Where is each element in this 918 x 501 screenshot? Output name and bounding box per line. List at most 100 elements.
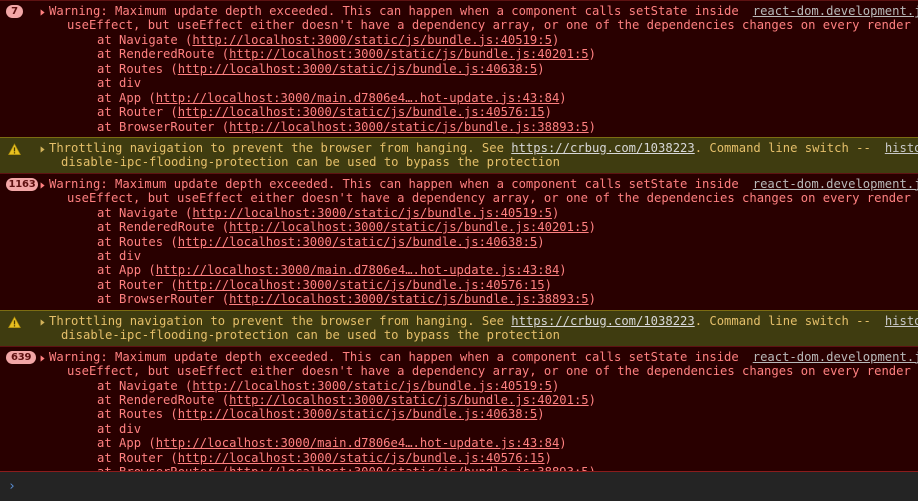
warning-icon-wrap <box>0 314 38 328</box>
stack-frame-open-paren: ( <box>214 119 230 134</box>
stack-frame-open-paren: ( <box>163 450 178 465</box>
stack-frame-at: at <box>97 378 120 393</box>
message-count-badge-wrap: 639 <box>0 350 38 364</box>
stack-frame: at div <box>49 76 912 90</box>
stack-frame-at: at <box>97 263 120 278</box>
message-count-badge[interactable]: 639 <box>6 350 37 364</box>
stack-frame-open-paren: ( <box>163 277 178 292</box>
stack-frame: at RenderedRoute (http://localhost:3000/… <box>49 220 912 234</box>
stack-frame-at: at <box>97 421 120 436</box>
expand-chevron-right-icon[interactable] <box>38 314 48 327</box>
stack-frame-url-link[interactable]: http://localhost:3000/main.d7806e4….hot-… <box>156 91 560 105</box>
crbug-link[interactable]: https://crbug.com/1038223 <box>511 141 694 155</box>
stack-frame-close-paren: ) <box>551 378 560 393</box>
stack-frame-function: div <box>119 421 142 436</box>
stack-frame-close-paren: ) <box>537 61 545 76</box>
stack-frame: at Routes (http://localhost:3000/static/… <box>49 235 912 249</box>
message-source-link[interactable]: history.ts:633 <box>885 141 918 155</box>
stack-frame-url-link[interactable]: http://localhost:3000/static/js/bundle.j… <box>192 33 552 47</box>
crbug-link[interactable]: https://crbug.com/1038223 <box>511 314 694 328</box>
message-headline-text: Throttling navigation to prevent the bro… <box>49 141 871 155</box>
message-headline-text: Throttling navigation to prevent the bro… <box>49 314 871 328</box>
stack-frame-url-link[interactable]: http://localhost:3000/static/js/bundle.j… <box>229 220 589 234</box>
stack-frame-open-paren: ( <box>163 61 178 76</box>
stack-frame: at div <box>49 422 912 436</box>
expand-chevron-right-icon[interactable] <box>38 141 48 154</box>
stack-frame-function: Navigate <box>119 32 178 47</box>
message-count-badge-wrap: 7 <box>0 4 38 18</box>
warning-icon-wrap <box>0 141 38 155</box>
console-error-message[interactable]: 1163 Warning: Maximum update depth exceed… <box>0 172 918 310</box>
console-warning-message[interactable]: Throttling navigation to prevent the bro… <box>0 309 918 346</box>
stack-frame-at: at <box>97 292 120 307</box>
message-body: Throttling navigation to prevent the bro… <box>49 314 918 343</box>
stack-frame-at: at <box>97 32 120 47</box>
stack-frame-at: at <box>97 234 120 249</box>
stack-frame: at Router (http://localhost:3000/static/… <box>49 451 912 465</box>
stack-frame-function: Routes <box>119 234 164 249</box>
stack-frame-url-link[interactable]: http://localhost:3000/static/js/bundle.j… <box>229 465 589 471</box>
message-source-link[interactable]: react-dom.development.js:86 <box>753 350 918 364</box>
stack-frame: at RenderedRoute (http://localhost:3000/… <box>49 47 912 61</box>
stack-frame-url-link[interactable]: http://localhost:3000/static/js/bundle.j… <box>229 47 589 61</box>
message-headline-text: Warning: Maximum update depth exceeded. … <box>49 176 739 191</box>
headline-text-part-1: Throttling navigation to prevent the bro… <box>49 140 512 155</box>
stack-frame-at: at <box>97 436 120 451</box>
stack-frame-url-link[interactable]: http://localhost:3000/main.d7806e4….hot-… <box>156 263 560 277</box>
stack-frame-url-link[interactable]: http://localhost:3000/main.d7806e4….hot-… <box>156 436 560 450</box>
stack-frame-open-paren: ( <box>214 392 230 407</box>
message-headline-continuation: disable-ipc-flooding-protection can be u… <box>61 328 560 343</box>
stack-frame-function: BrowserRouter <box>119 465 214 471</box>
console-warning-message[interactable]: Throttling navigation to prevent the bro… <box>0 136 918 173</box>
expand-chevron-right-icon[interactable] <box>38 4 48 17</box>
stack-frame-at: at <box>97 220 120 235</box>
stack-frame-url-link[interactable]: http://localhost:3000/static/js/bundle.j… <box>178 105 545 119</box>
stack-frame-open-paren: ( <box>214 292 230 307</box>
warning-triangle-icon <box>8 143 21 155</box>
stack-frame-url-link[interactable]: http://localhost:3000/static/js/bundle.j… <box>229 393 589 407</box>
stack-frame-function: Routes <box>119 407 164 422</box>
stack-frame-close-paren: ) <box>537 234 545 249</box>
console-error-message[interactable]: 7 Warning: Maximum update depth exceeded.… <box>0 0 918 137</box>
stack-frame-url-link[interactable]: http://localhost:3000/static/js/bundle.j… <box>229 292 589 306</box>
stack-frame: at App (http://localhost:3000/main.d7806… <box>49 91 912 105</box>
expand-chevron-right-icon[interactable] <box>38 177 48 190</box>
stack-frame: at Navigate (http://localhost:3000/stati… <box>49 206 912 220</box>
message-headline-continuation: useEffect, but useEffect either doesn't … <box>67 364 912 379</box>
message-source-link[interactable]: history.ts:633 <box>885 314 918 328</box>
stack-frame-function: Router <box>119 277 164 292</box>
stack-frame-close-paren: ) <box>588 47 596 62</box>
stack-frame: at BrowserRouter (http://localhost:3000/… <box>49 465 912 471</box>
stack-frame: at div <box>49 249 912 263</box>
stack-frame-url-link[interactable]: http://localhost:3000/static/js/bundle.j… <box>178 451 545 465</box>
stack-frame-function: RenderedRoute <box>119 47 215 62</box>
message-source-link[interactable]: react-dom.development.js:86 <box>753 4 918 18</box>
stack-frame-open-paren: ( <box>141 436 156 451</box>
message-count-badge[interactable]: 1163 <box>6 177 38 191</box>
stack-frame-url-link[interactable]: http://localhost:3000/static/js/bundle.j… <box>178 407 538 421</box>
stack-frame-open-paren: ( <box>141 90 156 105</box>
stack-frame-at: at <box>97 205 120 220</box>
console-prompt-input[interactable] <box>23 479 918 494</box>
stack-frame-url-link[interactable]: http://localhost:3000/static/js/bundle.j… <box>229 120 589 134</box>
stack-frame-close-paren: ) <box>588 220 596 235</box>
warning-triangle-icon <box>8 316 21 328</box>
stack-frame-url-link[interactable]: http://localhost:3000/static/js/bundle.j… <box>192 379 552 393</box>
console-error-message[interactable]: 639 Warning: Maximum update depth exceede… <box>0 345 918 471</box>
stack-frame: at Router (http://localhost:3000/static/… <box>49 105 912 119</box>
stack-frame-url-link[interactable]: http://localhost:3000/static/js/bundle.j… <box>192 206 552 220</box>
stack-frame-url-link[interactable]: http://localhost:3000/static/js/bundle.j… <box>178 235 538 249</box>
expand-chevron-right-icon[interactable] <box>38 350 48 363</box>
stack-frame-at: at <box>97 105 120 120</box>
message-count-badge[interactable]: 7 <box>6 5 23 18</box>
stack-frame-close-paren: ) <box>588 292 596 307</box>
console-message-list[interactable]: 7 Warning: Maximum update depth exceeded.… <box>0 0 918 471</box>
headline-text-part-2: . Command line switch -- <box>694 313 871 328</box>
message-source-link[interactable]: react-dom.development.js:86 <box>753 177 918 191</box>
console-prompt-bar[interactable]: › <box>0 471 918 501</box>
stack-frame-url-link[interactable]: http://localhost:3000/static/js/bundle.j… <box>178 62 538 76</box>
stack-frame-close-paren: ) <box>544 105 552 120</box>
warning-triangle-icon <box>8 316 21 329</box>
stack-frame-function: RenderedRoute <box>119 220 215 235</box>
stack-frame-url-link[interactable]: http://localhost:3000/static/js/bundle.j… <box>178 278 545 292</box>
